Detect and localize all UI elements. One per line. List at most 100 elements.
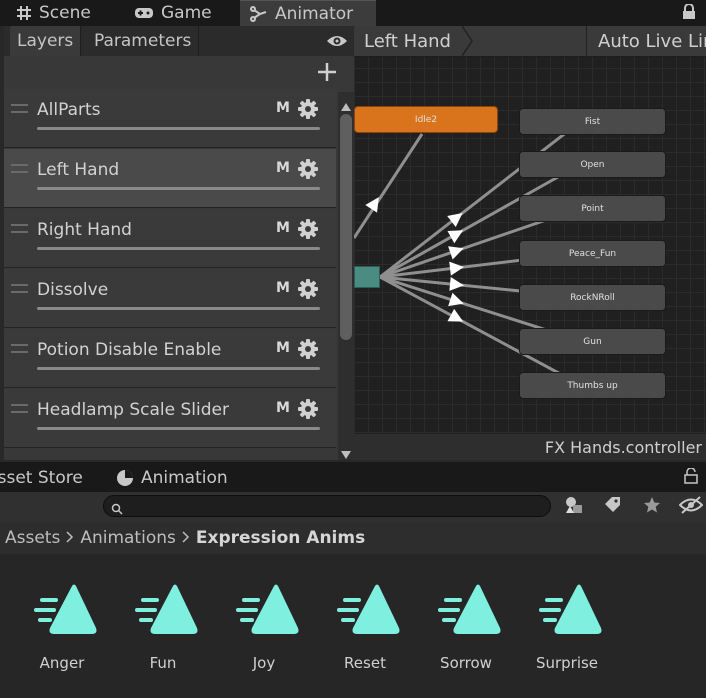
layer-name: Right Hand [37, 220, 132, 240]
mask-badge: M [276, 160, 290, 176]
auto-live-link-toggle[interactable]: Auto Live Link [598, 26, 706, 56]
tab-animation[interactable]: Animation [116, 465, 228, 491]
drag-handle-icon[interactable] [11, 104, 28, 113]
state-node-open[interactable]: Open [519, 151, 666, 178]
state-node-peace-fun[interactable]: Peace_Fun [519, 240, 666, 267]
state-node-idle2[interactable]: Idle2 [354, 106, 498, 133]
layer-weight-bar [37, 187, 320, 190]
tab-label: Scene [39, 3, 91, 23]
auto-live-label: Auto Live Link [598, 30, 706, 52]
gamepad-icon [134, 6, 154, 20]
animation-clip-icon [30, 584, 100, 640]
tab-label: Animation [141, 468, 228, 488]
animation-clip-icon [131, 584, 201, 640]
breadcrumb-item-assets[interactable]: Assets [5, 528, 60, 548]
layer-weight-bar [37, 247, 320, 250]
mask-badge: M [276, 340, 290, 356]
animation-clip-icon [434, 584, 504, 640]
state-node-any[interactable] [354, 266, 380, 288]
tab-animator[interactable]: Animator [240, 0, 376, 26]
layer-name: Potion Disable Enable [37, 340, 222, 360]
transition-arrow [447, 308, 464, 322]
animator-icon [250, 5, 268, 22]
asset-label: Fun [149, 654, 177, 672]
layer-name: Dissolve [37, 280, 109, 300]
gear-icon[interactable] [297, 398, 319, 420]
breadcrumb-label: Left Hand [364, 30, 451, 52]
animation-icon [116, 469, 134, 487]
graph-breadcrumb-layer[interactable]: Left Hand [364, 26, 451, 56]
filter-by-type-button[interactable] [561, 494, 587, 520]
transition-line [354, 133, 424, 239]
eye-slash-icon [678, 496, 704, 518]
tab-scene[interactable]: Scene [16, 0, 91, 26]
filter-by-label-button[interactable] [599, 494, 625, 520]
layer-weight-bar [37, 427, 320, 430]
tag-icon [603, 496, 621, 518]
layer-name: AllParts [37, 100, 101, 120]
tab-layers[interactable]: Layers [10, 26, 82, 56]
animation-clip-icon [535, 584, 605, 640]
eye-icon[interactable] [326, 33, 348, 52]
asset-item[interactable]: Reset [325, 580, 405, 680]
drag-handle-icon[interactable] [11, 224, 28, 233]
lock-icon[interactable] [684, 467, 698, 488]
state-node-fist[interactable]: Fist [519, 108, 666, 135]
lock-icon[interactable] [682, 3, 696, 24]
layer-weight-bar [37, 367, 320, 370]
drag-handle-icon[interactable] [11, 164, 28, 173]
transition-arrow [449, 277, 464, 291]
mask-badge: M [276, 220, 290, 236]
tab-parameters[interactable]: Parameters [87, 26, 200, 56]
state-node-gun[interactable]: Gun [519, 328, 666, 355]
drag-handle-icon[interactable] [11, 284, 28, 293]
drag-handle-icon[interactable] [11, 344, 28, 353]
asset-item[interactable]: Surprise [527, 580, 607, 680]
transition-arrow [447, 230, 464, 244]
search-input[interactable] [103, 495, 551, 517]
layer-name: Headlamp Scale Slider [37, 400, 229, 420]
asset-item[interactable]: Fun [123, 580, 203, 680]
tab-label: Layers [17, 31, 74, 51]
gear-icon[interactable] [297, 338, 319, 360]
asset-label: Sorrow [440, 654, 492, 672]
asset-label: Joy [252, 654, 276, 672]
gear-icon[interactable] [297, 218, 319, 240]
breadcrumb-separator-icon [461, 25, 474, 60]
bottom-tab-bar [0, 462, 706, 492]
scroll-up-arrow[interactable] [341, 96, 351, 115]
hidden-packages-button[interactable] [678, 494, 704, 520]
tab-asset-store[interactable]: Asset Store [0, 465, 83, 491]
tab-label: Parameters [94, 31, 192, 51]
breadcrumb-item-animations[interactable]: Animations [80, 528, 176, 548]
layer-row[interactable]: Left Hand M [4, 149, 336, 208]
gear-icon[interactable] [297, 158, 319, 180]
layer-row[interactable]: Potion Disable Enable M [4, 329, 336, 388]
layer-row[interactable]: Right Hand M [4, 209, 336, 268]
breadcrumb-item-expression-anims[interactable]: Expression Anims [196, 528, 365, 548]
divider [586, 26, 587, 56]
asset-item[interactable]: Anger [22, 580, 102, 680]
star-icon [643, 496, 661, 518]
add-layer-button[interactable] [317, 62, 337, 86]
gear-icon[interactable] [297, 278, 319, 300]
gear-icon[interactable] [297, 98, 319, 120]
controller-name: FX Hands.controller [544, 437, 702, 457]
drag-handle-icon[interactable] [11, 404, 28, 413]
favorites-button[interactable] [639, 494, 665, 520]
asset-item[interactable]: Joy [224, 580, 304, 680]
tab-game[interactable]: Game [134, 0, 212, 26]
state-node-thumbs-up[interactable]: Thumbs up [519, 372, 666, 399]
scrollbar-thumb[interactable] [340, 114, 352, 340]
scroll-down-arrow[interactable] [341, 444, 351, 463]
layer-row[interactable]: Headlamp Scale Slider M [4, 389, 336, 448]
layer-row[interactable]: Dissolve M [4, 269, 336, 328]
layer-row[interactable]: AllParts M [4, 89, 336, 148]
transition-arrow [448, 292, 464, 307]
transition-arrow [448, 246, 464, 260]
tab-label: Asset Store [0, 468, 83, 488]
asset-item[interactable]: Sorrow [426, 580, 506, 680]
state-node-rocknroll[interactable]: RockNRoll [519, 284, 666, 311]
state-node-point[interactable]: Point [519, 195, 666, 222]
state-machine-graph[interactable]: Idle2 Fist Open Point Peace_Fun RockNRoll Gun T… [354, 26, 706, 460]
